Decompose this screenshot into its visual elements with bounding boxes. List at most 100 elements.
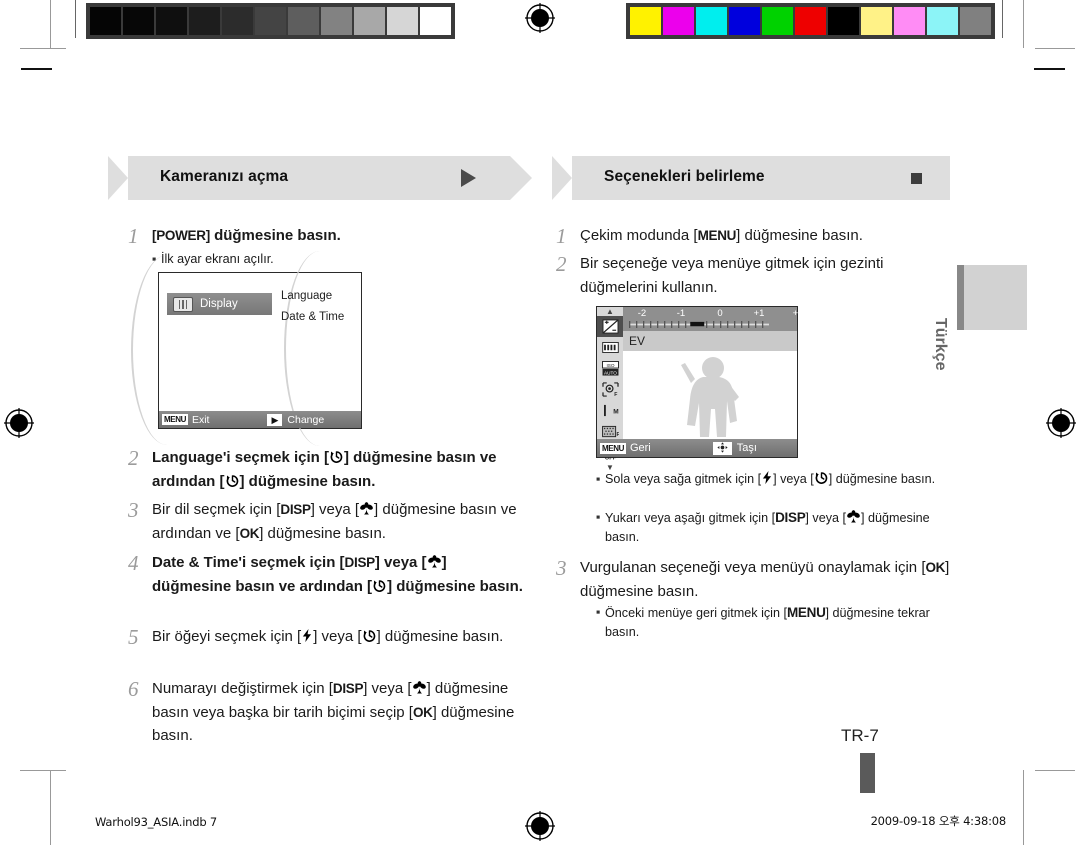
- macro-flower-icon: [360, 502, 373, 515]
- banner-chevron-left-right: [552, 156, 572, 200]
- instruction-step: 5 Bir öğeyi seçmek için [] veya [] düğmes…: [128, 625, 528, 649]
- step-text: ] veya [: [363, 680, 412, 697]
- step-note-text: Sola veya sağa gitmek için [] veya [] dü…: [605, 470, 936, 489]
- timer-icon: [363, 630, 375, 642]
- calibration-patch: [927, 7, 958, 35]
- key-label-disp: DISP: [344, 555, 376, 570]
- step-text: ] veya [: [313, 628, 362, 645]
- banner-chevron-right: [510, 156, 532, 200]
- ev-menu-screen: ▲ ISOAUTOFMFOFF ▼ -2-10+1+2 EV: [596, 306, 803, 472]
- step-text: Numarayı değiştirmek için [: [152, 680, 333, 697]
- calibration-patch: [387, 7, 418, 35]
- initial-setup-screen: Display Language Date & Time MENU Exit ▶…: [131, 251, 362, 446]
- crop-mark-top-right-h: [1035, 48, 1075, 49]
- step-text: ] düğmesine basın.: [376, 628, 504, 645]
- calibration-patch: [321, 7, 352, 35]
- lcd-footer-bar: MENU Exit ▶ Change: [159, 411, 361, 428]
- macro-flower-icon: [427, 555, 441, 568]
- ev-tick-label: 0: [717, 308, 723, 319]
- instruction-step: 3 Bir dil seçmek için [DISP] veya [] düğm…: [128, 498, 528, 545]
- calibration-patch: [222, 7, 253, 35]
- menu-item-display[interactable]: Display: [167, 293, 272, 315]
- svg-text:F: F: [616, 432, 618, 438]
- menu-icon-face-detect-off-icon[interactable]: F: [597, 379, 623, 400]
- square-marker-icon: [911, 173, 922, 184]
- crop-mark-top-right-v2: [1002, 0, 1003, 38]
- registration-mark-right: [1046, 408, 1076, 438]
- registration-mark-left: [4, 408, 34, 438]
- page-title-left: Kameranızı açma: [160, 168, 289, 185]
- step-number: 5: [128, 625, 139, 649]
- calibration-patch: [156, 7, 187, 35]
- section-header-right: Seçenekleri belirleme: [552, 156, 950, 200]
- right-arrow-badge-icon: ▶: [267, 413, 283, 426]
- lcd2-footer-back-label: Geri: [629, 442, 651, 454]
- lcd2-footer-bar: MENU Geri Taşı: [597, 439, 797, 457]
- step-text: 'i seçmek için [: [238, 554, 345, 571]
- menu-icon-focus-area-icon[interactable]: M: [597, 400, 623, 421]
- calibration-patch: [696, 7, 727, 35]
- ev-scale-bar[interactable]: -2 -1 0 +1 +2: [623, 307, 803, 331]
- calibration-patch: [288, 7, 319, 35]
- step-text: ] veya [: [773, 472, 814, 486]
- step-note-text: Yukarı veya aşağı gitmek için [DISP] vey…: [605, 508, 936, 547]
- step-number: 1: [128, 224, 139, 248]
- step-emphasis: Language: [152, 449, 223, 466]
- calibration-patch: [828, 7, 859, 35]
- play-triangle-icon: [461, 169, 476, 187]
- step-text: Vurgulanan seçeneği veya menüyü onaylama…: [580, 559, 926, 576]
- crop-mark-top-right-h2: [1034, 68, 1065, 70]
- crop-mark-bottom-left-v: [50, 770, 51, 845]
- menu-icon-iso-auto-icon[interactable]: ISO AUTO: [597, 358, 623, 379]
- menu-icon-iso-film-icon[interactable]: [597, 337, 623, 358]
- calibration-patch: [189, 7, 220, 35]
- scroll-down-arrow-icon[interactable]: ▼: [597, 463, 623, 472]
- display-icon: [173, 296, 193, 312]
- lcd-footer-change-label: Change: [287, 413, 325, 426]
- step-body: Language'i seçmek için [] düğmesine bası…: [152, 446, 528, 493]
- menu-option-language[interactable]: Language: [281, 290, 332, 302]
- step-text: ] düğmesine basın.: [828, 472, 936, 486]
- calibration-patch: [795, 7, 826, 35]
- step-note: ▪ Önceki menüye geri gitmek için [MENU] d…: [596, 603, 936, 642]
- instruction-step: 1 Çekim modunda [MENU] düğmesine basın.: [556, 224, 956, 248]
- calibration-patch: [762, 7, 793, 35]
- calibration-patch: [255, 7, 286, 35]
- banner-chevron-left: [108, 156, 128, 200]
- crop-mark-top-left-h2: [21, 68, 52, 70]
- calibration-patch: [861, 7, 892, 35]
- color-calibration-strip: [626, 3, 995, 39]
- svg-text:ISO: ISO: [606, 363, 614, 368]
- menu-icon-ev-exposure-icon[interactable]: [597, 316, 623, 337]
- menu-badge-icon-2: MENU: [600, 442, 626, 454]
- calibration-patch: [90, 7, 121, 35]
- step-body: Vurgulanan seçeneği veya menüyü onaylama…: [580, 556, 956, 603]
- scroll-up-arrow-icon[interactable]: ▲: [597, 307, 623, 316]
- step-note: ▪ Sola veya sağa gitmek için [] veya [] d…: [596, 470, 936, 489]
- calibration-patch: [663, 7, 694, 35]
- svg-text:AUTO: AUTO: [604, 370, 617, 375]
- crop-mark-top-left-v: [50, 0, 51, 48]
- key-label-menu: MENU: [697, 228, 737, 243]
- key-label-disp: DISP: [280, 502, 311, 517]
- step-number: 1: [556, 224, 567, 248]
- key-label-disp: DISP: [332, 681, 364, 696]
- step-text: Çekim modunda [: [580, 227, 698, 244]
- lcd-footer-exit-label: Exit: [191, 413, 210, 426]
- menu-badge-icon: MENU: [162, 414, 188, 425]
- step-text: 'i seçmek için [: [222, 449, 329, 466]
- calibration-patch: [894, 7, 925, 35]
- calibration-patch: [960, 7, 991, 35]
- language-tab-label: Türkçe: [932, 318, 949, 371]
- step-text: ] veya [: [805, 511, 847, 525]
- calibration-patch: [420, 7, 451, 35]
- instruction-step: 2 Language'i seçmek için [] düğmesine bas…: [128, 446, 528, 493]
- timer-icon: [226, 474, 238, 487]
- footer-timestamp: 2009-09-18 오후 4:38:08: [870, 814, 1007, 828]
- ev-scale-ticks: [629, 321, 769, 328]
- key-label-disp: DISP: [775, 510, 806, 525]
- step-body: Date & Time'i seçmek için [DISP] veya []…: [152, 551, 528, 598]
- menu-option-date-time[interactable]: Date & Time: [281, 311, 344, 323]
- step-body: Bir seçeneğe veya menüye gitmek için gez…: [580, 252, 956, 299]
- language-tab: [957, 265, 1027, 330]
